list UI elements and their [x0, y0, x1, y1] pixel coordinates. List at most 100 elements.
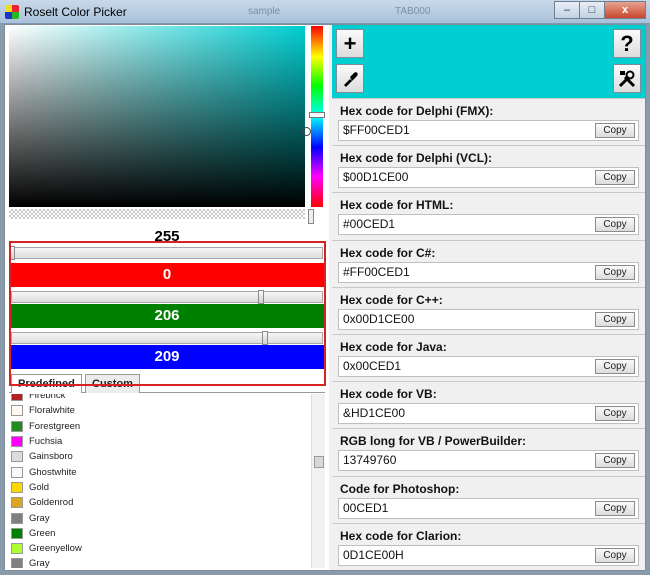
color-swatch: [11, 451, 23, 463]
color-name: Green: [29, 527, 56, 539]
code-value: #FF00CED1: [343, 264, 410, 279]
tools-icon: [618, 70, 636, 87]
close-button[interactable]: x: [604, 1, 646, 19]
list-item[interactable]: Gainsboro: [9, 449, 309, 464]
code-value-field[interactable]: 00CED1 Copy: [338, 497, 639, 519]
maximize-button[interactable]: □: [579, 1, 605, 19]
copy-button[interactable]: Copy: [595, 217, 635, 233]
hue-slider-handle[interactable]: [309, 112, 325, 118]
color-name: Ghostwhite: [29, 466, 77, 478]
help-button[interactable]: ?: [613, 29, 641, 58]
code-value: 0x00D1CE00: [343, 311, 415, 326]
color-name: Gray: [29, 558, 50, 568]
code-row: RGB long for VB / PowerBuilder: 13749760 C…: [332, 428, 645, 476]
code-value: #00CED1: [343, 217, 396, 232]
list-item[interactable]: Greenyellow: [9, 541, 309, 556]
picker-panel: 255 0 206 209 Predefined Custom Firebric…: [5, 25, 329, 570]
copy-button[interactable]: Copy: [595, 547, 635, 563]
code-row: Hex code for Clarion: 0D1CE00H Copy: [332, 522, 645, 570]
code-value-field[interactable]: 0D1CE00H Copy: [338, 544, 639, 566]
list-item[interactable]: Goldenrod: [9, 495, 309, 510]
code-label: Code for Photoshop:: [340, 481, 460, 496]
color-swatch: [11, 420, 23, 432]
code-label: Hex code for Delphi (VCL):: [340, 151, 493, 166]
minimize-button[interactable]: –: [554, 1, 580, 19]
copy-button[interactable]: Copy: [595, 311, 635, 327]
code-value-field[interactable]: &HD1CE00 Copy: [338, 403, 639, 425]
saturation-cursor[interactable]: [302, 127, 311, 136]
eyedropper-icon: [344, 71, 358, 87]
background-tab-label: sample: [248, 6, 281, 17]
code-row: Hex code for C++: 0x00D1CE00 Copy: [332, 286, 645, 334]
code-value-field[interactable]: 0x00CED1 Copy: [338, 356, 639, 377]
code-value: $FF00CED1: [343, 123, 410, 137]
code-value: $00D1CE00: [343, 170, 409, 185]
code-value-field[interactable]: $FF00CED1 Copy: [338, 120, 639, 141]
code-row: Hex code for Delphi (VCL): $00D1CE00 Copy: [332, 145, 645, 193]
color-swatch: [11, 394, 23, 402]
code-label: RGB long for VB / PowerBuilder:: [340, 434, 527, 449]
copy-button[interactable]: Copy: [595, 123, 635, 138]
color-swatch: [11, 558, 23, 568]
window-controls: – □ x: [554, 1, 646, 19]
code-value-field[interactable]: 0x00D1CE00 Copy: [338, 308, 639, 330]
copy-button[interactable]: Copy: [595, 500, 635, 516]
code-value-field[interactable]: 13749760 Copy: [338, 450, 639, 472]
saturation-value-area[interactable]: [9, 26, 305, 207]
code-value-field[interactable]: #00CED1 Copy: [338, 214, 639, 236]
list-scrollbar[interactable]: [311, 394, 325, 568]
annotation-highlight: [9, 241, 326, 386]
alpha-slider-handle[interactable]: [308, 209, 314, 224]
title-bar: Roselt Color Picker sample TAB000 – □ x: [0, 0, 650, 24]
list-item[interactable]: Floralwhite: [9, 403, 309, 418]
list-item[interactable]: Gray: [9, 510, 309, 525]
list-scrollbar-thumb[interactable]: [314, 456, 324, 468]
code-value-field[interactable]: $00D1CE00 Copy: [338, 167, 639, 189]
color-swatch: [11, 481, 23, 493]
color-name: Firebrick: [29, 394, 66, 402]
code-row: Hex code for VB: &HD1CE00 Copy: [332, 381, 645, 429]
copy-button[interactable]: Copy: [595, 359, 635, 374]
color-name: Floralwhite: [29, 405, 75, 417]
copy-button[interactable]: Copy: [595, 453, 635, 469]
color-name: Greenyellow: [29, 543, 82, 555]
add-color-button[interactable]: +: [336, 29, 364, 58]
settings-button[interactable]: [613, 64, 641, 93]
list-item[interactable]: Ghostwhite: [9, 464, 309, 479]
color-swatch: [11, 466, 23, 478]
color-name: Gray: [29, 512, 50, 524]
list-item[interactable]: Forestgreen: [9, 419, 309, 434]
list-item[interactable]: Green: [9, 526, 309, 541]
alpha-slider[interactable]: [9, 209, 305, 219]
list-item[interactable]: Fuchsia: [9, 434, 309, 449]
list-item[interactable]: Firebrick: [9, 394, 309, 403]
color-swatch: [11, 436, 23, 448]
plus-icon: +: [343, 30, 357, 56]
predefined-color-list[interactable]: Firebrick Floralwhite Forestgreen Fuchsia Ga…: [9, 394, 309, 568]
code-label: Hex code for VB:: [340, 387, 437, 402]
window-title: Roselt Color Picker: [24, 5, 127, 19]
question-icon: ?: [620, 30, 634, 56]
list-item[interactable]: Gold: [9, 480, 309, 495]
color-name: Gainsboro: [29, 451, 73, 463]
color-swatch: [11, 405, 23, 417]
color-swatch: [11, 543, 23, 555]
app-logo-icon: [5, 5, 19, 19]
code-row: Code for Photoshop: 00CED1 Copy: [332, 475, 645, 523]
copy-button[interactable]: Copy: [595, 170, 635, 186]
background-tab-label: TAB000: [395, 6, 431, 17]
copy-button[interactable]: Copy: [595, 406, 635, 422]
code-value: 00CED1: [343, 500, 389, 515]
code-row: Hex code for HTML: #00CED1 Copy: [332, 192, 645, 240]
copy-button[interactable]: Copy: [595, 264, 635, 280]
color-preview: + ?: [332, 25, 645, 98]
code-label: Hex code for Clarion:: [340, 528, 462, 543]
code-value: 0D1CE00H: [343, 547, 404, 562]
code-row: Hex code for C#: #FF00CED1 Copy: [332, 239, 645, 287]
eyedropper-button[interactable]: [336, 64, 364, 93]
code-value-field[interactable]: #FF00CED1 Copy: [338, 261, 639, 283]
list-item[interactable]: Gray: [9, 556, 309, 568]
color-name: Fuchsia: [29, 436, 63, 448]
code-label: Hex code for C++:: [340, 292, 443, 307]
code-label: Hex code for C#:: [340, 245, 436, 260]
